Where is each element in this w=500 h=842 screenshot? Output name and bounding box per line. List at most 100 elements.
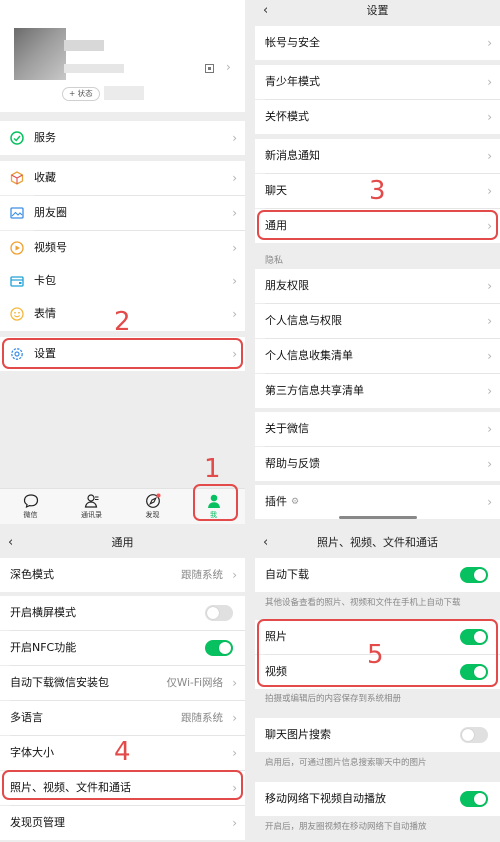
row-label: 聊天图片搜索 [265,728,331,741]
status-button[interactable]: + 状态 [62,87,100,101]
save-to-album-hint: 拍摄或编辑后的内容保存到系统相册 [265,694,402,704]
wechat-id-blurred [64,64,124,73]
media-mobile-autoplay: 移动网络下视频自动播放 [255,782,500,816]
tab-chats[interactable]: 微信 [0,489,61,524]
privacy-section-header: 隐私 [265,256,284,266]
row-value: 跟随系统 [181,569,223,581]
favorites-icon [10,171,24,185]
channels-icon [10,241,24,255]
row-label: 开启NFC功能 [10,641,77,654]
landscape-toggle[interactable] [205,605,233,621]
auto-download-toggle[interactable] [460,567,488,583]
general-dark-mode[interactable]: 深色模式 跟随系统 › [0,558,245,592]
chat-icon [23,494,38,509]
media-settings-panel: ‹ 照片、视频、文件和通话 自动下载 其他设备查看的照片、视频和文件在手机上自动… [255,532,500,842]
settings-nav-bar: ‹ 设置 [255,0,500,22]
general-discover-management[interactable]: 发现页管理 › [0,806,245,840]
row-label: 帐号与安全 [265,36,320,49]
settings-help-feedback[interactable]: 帮助与反馈 › [255,447,500,481]
qr-code-icon[interactable] [205,64,214,73]
settings-care-mode[interactable]: 关怀模式 › [255,100,500,134]
avatar[interactable] [14,28,66,80]
row-label: 青少年模式 [265,75,320,88]
row-label: 移动网络下视频自动播放 [265,792,386,805]
row-label: 自动下载微信安装包 [10,676,109,689]
me-page-panel: + 状态 › 服务 › 收藏 › 朋友圈 › 视频号 › 卡包 › 表情 › 设… [0,0,245,524]
status-extra-blurred [104,86,144,100]
settings-account-security[interactable]: 帐号与安全 › [255,26,500,60]
tab-contacts[interactable]: 通讯录 [61,489,122,524]
nfc-toggle[interactable] [205,640,233,656]
row-label: 聊天 [265,184,287,197]
tab-discover[interactable]: 发现 [122,489,183,524]
general-nfc: 开启NFC功能 [0,631,245,665]
moments-icon [10,207,24,219]
chevron-right-icon: › [232,676,237,690]
general-auto-download-installer[interactable]: 自动下载微信安装包 仅Wi-Fi网络 › [0,666,245,700]
chevron-right-icon: › [232,274,237,288]
page-title: 照片、视频、文件和通话 [317,536,438,549]
chevron-right-icon: › [487,314,492,328]
media-image-search: 聊天图片搜索 [255,718,500,752]
chevron-right-icon: › [232,568,237,582]
row-label: 开启横屏模式 [10,606,76,619]
highlight-media-settings [2,770,243,800]
menu-label: 收藏 [34,171,56,184]
image-search-toggle[interactable] [460,727,488,743]
highlight-settings [2,338,243,369]
row-label: 个人信息与权限 [265,314,342,327]
step-number-3: 3 [369,176,386,206]
general-settings-panel: ‹ 通用 深色模式 跟随系统 › 开启横屏模式 开启NFC功能 自动下载微信安装… [0,532,245,842]
settings-personal-info-permissions[interactable]: 个人信息与权限 › [255,304,500,338]
row-label: 第三方信息共享清单 [265,384,364,397]
chevron-right-icon: › [487,349,492,363]
image-search-hint: 启用后，可通过图片信息搜索聊天中的图片 [265,758,427,768]
settings-about-wechat[interactable]: 关于微信 › [255,412,500,446]
row-label: 关怀模式 [265,110,309,123]
chevron-right-icon: › [487,384,492,398]
service-icon [10,131,24,145]
chevron-right-icon: › [487,184,492,198]
chevron-right-icon: › [232,711,237,725]
profile-header[interactable]: + 状态 › [0,0,245,112]
menu-item-service[interactable]: 服务 › [0,121,245,155]
chevron-right-icon: › [487,495,492,509]
chevron-right-icon: › [232,171,237,185]
plugin-gear-icon: ⚙ [291,497,300,507]
highlight-me-tab [193,484,238,521]
step-number-4: 4 [114,737,131,767]
nickname-blurred [64,40,104,51]
tab-label: 发现 [145,511,160,519]
page-title: 通用 [111,536,134,549]
media-nav-bar: ‹ 照片、视频、文件和通话 [255,532,500,554]
menu-label: 朋友圈 [34,206,67,219]
settings-personal-info-list[interactable]: 个人信息收集清单 › [255,339,500,373]
settings-plugins[interactable]: 插件 ⚙ › [255,485,500,519]
menu-label: 表情 [34,307,56,320]
chevron-right-icon: › [232,816,237,830]
media-auto-download: 自动下载 [255,558,500,592]
mobile-autoplay-toggle[interactable] [460,791,488,807]
row-label: 朋友权限 [265,279,309,292]
chevron-right-icon: › [232,206,237,220]
menu-item-channels[interactable]: 视频号 › [0,231,245,265]
menu-item-favorites[interactable]: 收藏 › [0,161,245,195]
tab-label: 微信 [23,511,38,519]
chevron-right-icon: › [487,110,492,124]
menu-item-moments[interactable]: 朋友圈 › [0,196,245,230]
general-language[interactable]: 多语言 跟随系统 › [0,701,245,735]
menu-label: 服务 [34,131,56,144]
emoji-icon [10,307,24,321]
menu-item-card-wallet[interactable]: 卡包 › [0,264,245,298]
chevron-right-icon: › [232,307,237,321]
row-label: 个人信息收集清单 [265,349,353,362]
row-value: 跟随系统 [181,712,223,724]
settings-friend-permissions[interactable]: 朋友权限 › [255,269,500,303]
settings-third-party-sharing[interactable]: 第三方信息共享清单 › [255,374,500,408]
profile-chevron-icon: › [226,60,231,74]
row-label: 插件 [265,495,287,508]
settings-notifications[interactable]: 新消息通知 › [255,139,500,173]
chevron-right-icon: › [487,75,492,89]
settings-teen-mode[interactable]: 青少年模式 › [255,65,500,99]
row-label: 发现页管理 [10,816,65,829]
